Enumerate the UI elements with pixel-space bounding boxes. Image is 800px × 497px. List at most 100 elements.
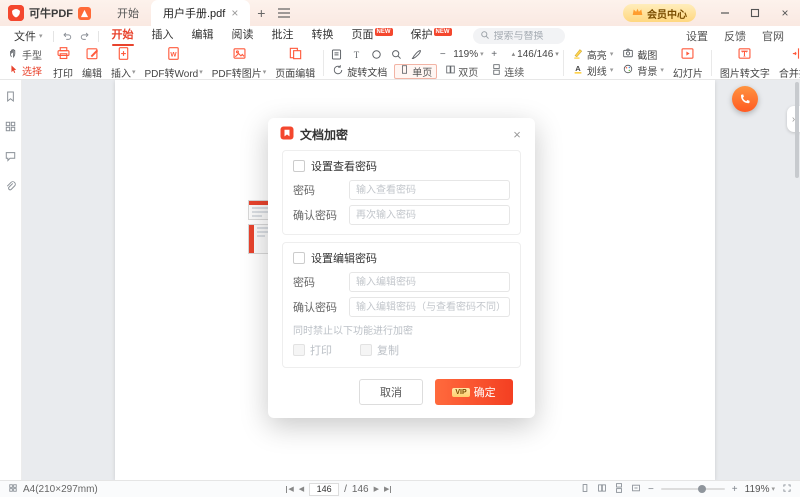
maximize-button[interactable] (740, 0, 770, 26)
rotate-document-button[interactable]: 旋转文档 (328, 64, 391, 79)
text-tool-icon[interactable]: T (348, 47, 365, 62)
continuous-view-icon[interactable] (614, 483, 624, 496)
zoom-in-button[interactable]: + (732, 484, 738, 495)
tab-close-icon[interactable]: × (231, 7, 238, 19)
print-label: 打印 (53, 65, 73, 80)
tab-convert[interactable]: 转换 (303, 26, 343, 46)
tab-start[interactable]: 开始 (103, 26, 143, 46)
pen-tool-icon[interactable] (408, 47, 425, 62)
magnifier-tool-icon[interactable] (388, 47, 405, 62)
zoom-out-button[interactable]: − (648, 484, 654, 495)
undo-icon[interactable] (58, 30, 76, 42)
single-page-view-icon[interactable] (580, 483, 590, 496)
search-box[interactable] (473, 28, 565, 44)
zoom-slider-thumb[interactable] (698, 485, 706, 493)
double-page-view-icon[interactable] (597, 483, 607, 496)
page-up-icon[interactable]: ▴ (512, 51, 516, 58)
set-edit-password-checkbox-row[interactable]: 设置编辑密码 (293, 250, 510, 266)
redo-icon[interactable] (76, 30, 94, 42)
hand-tool-button[interactable]: 手型 (4, 47, 46, 62)
image-to-text-button[interactable]: T 图片转文字 (716, 46, 774, 80)
checkbox-icon[interactable] (293, 160, 305, 172)
ocr-icon: T (737, 46, 752, 64)
chevron-down-icon[interactable]: ▾ (480, 51, 484, 58)
zoom-in-icon[interactable]: + (486, 47, 503, 62)
page-down-icon[interactable]: ▾ (555, 51, 559, 58)
print-button[interactable]: 打印 (49, 46, 77, 80)
pdf-to-word-button[interactable]: W PDF转Word▾ (141, 46, 207, 80)
pdf-to-image-button[interactable]: PDF转图片▾ (208, 46, 271, 80)
document-canvas[interactable]: 文档加密 × 设置查看密码 密码 确认密码 (22, 80, 800, 480)
tab-home[interactable]: 开始 (105, 0, 151, 26)
search-input[interactable] (494, 31, 554, 42)
mobile-app-fab[interactable] (732, 86, 758, 112)
select-tool-button[interactable]: 选择 (4, 63, 46, 78)
vip-center-button[interactable]: 会员中心 (623, 4, 696, 22)
bookmarks-panel-icon[interactable] (4, 90, 17, 106)
edit-confirm-input[interactable] (349, 297, 510, 317)
confirm-button[interactable]: VIP 确定 (435, 379, 513, 405)
tab-document[interactable]: 用户手册.pdf × (151, 0, 250, 26)
previous-page-button[interactable]: ◀ (299, 485, 304, 493)
view-confirm-input[interactable] (349, 205, 510, 225)
sticky-note-icon[interactable] (328, 47, 345, 62)
page-number-input[interactable] (309, 483, 339, 496)
cancel-button[interactable]: 取消 (359, 379, 423, 405)
shape-tool-icon[interactable] (368, 47, 385, 62)
fullscreen-icon[interactable] (782, 483, 792, 496)
page-edit-button[interactable]: 页面编辑 (271, 46, 319, 80)
new-badge: NEW (375, 28, 393, 36)
page-navigation: ◀ ◀ / 146 ▶ ▶ (286, 483, 391, 496)
tab-annotate[interactable]: 批注 (263, 26, 303, 46)
settings-link[interactable]: 设置 (686, 28, 708, 44)
first-page-button[interactable]: ◀ (286, 485, 293, 493)
dialog-close-icon[interactable]: × (509, 127, 525, 142)
official-site-link[interactable]: 官网 (762, 28, 784, 44)
thumbnails-panel-icon[interactable] (4, 120, 17, 136)
tab-page[interactable]: 页面NEW (343, 26, 402, 46)
menu-label: 页面 (352, 29, 374, 41)
dialog-header: 文档加密 × (268, 118, 535, 148)
tab-read[interactable]: 阅读 (223, 26, 263, 46)
tab-edit[interactable]: 编辑 (183, 26, 223, 46)
underline-button[interactable]: A 划线 ▾ (568, 63, 618, 78)
screenshot-button[interactable]: 截图 (618, 47, 668, 62)
view-password-input[interactable] (349, 180, 510, 200)
fit-page-icon[interactable] (631, 483, 641, 496)
merge-split-button[interactable]: 合并拆分 (775, 46, 800, 80)
comments-panel-icon[interactable] (4, 150, 17, 166)
tab-insert[interactable]: 插入 (143, 26, 183, 46)
menu-label: 阅读 (232, 29, 254, 41)
background-button[interactable]: 背景 ▾ (618, 63, 668, 78)
view-continuous-button[interactable]: 连续 (486, 64, 529, 79)
highlight-button[interactable]: 高亮 ▾ (568, 47, 618, 62)
vip-badge: VIP (452, 388, 469, 397)
edit-pdf-button[interactable]: 编辑 (78, 46, 106, 80)
edit-password-input[interactable] (349, 272, 510, 292)
set-view-password-checkbox-row[interactable]: 设置查看密码 (293, 158, 510, 174)
zoom-slider[interactable] (661, 488, 725, 490)
last-page-button[interactable]: ▶ (384, 485, 391, 493)
view-double-page-button[interactable]: 双页 (440, 64, 483, 79)
checkbox-icon[interactable] (293, 252, 305, 264)
quick-launch-icon[interactable] (78, 7, 91, 20)
slideshow-button[interactable]: 幻灯片 (669, 46, 707, 80)
chevron-down-icon: ▾ (132, 69, 136, 76)
hamburger-menu-icon[interactable] (272, 2, 296, 24)
tab-protect[interactable]: 保护NEW (402, 26, 461, 46)
new-tab-button[interactable]: + (250, 2, 272, 24)
file-menu[interactable]: 文件 ▾ (8, 28, 49, 44)
next-page-button[interactable]: ▶ (374, 485, 379, 493)
view-password-label: 密码 (293, 182, 349, 198)
close-window-button[interactable]: × (770, 0, 800, 26)
insert-button[interactable]: 插入▾ (107, 46, 140, 80)
checkbox-icon (360, 344, 372, 356)
zoom-level[interactable]: 119%▾ (745, 484, 775, 495)
feedback-link[interactable]: 反馈 (724, 28, 746, 44)
zoom-out-icon[interactable]: − (434, 47, 451, 62)
toolbar-divider (323, 50, 324, 76)
vertical-scrollbar[interactable] (795, 82, 799, 178)
view-single-page-button[interactable]: 单页 (394, 64, 437, 79)
attachments-panel-icon[interactable] (4, 180, 17, 196)
minimize-button[interactable] (710, 0, 740, 26)
